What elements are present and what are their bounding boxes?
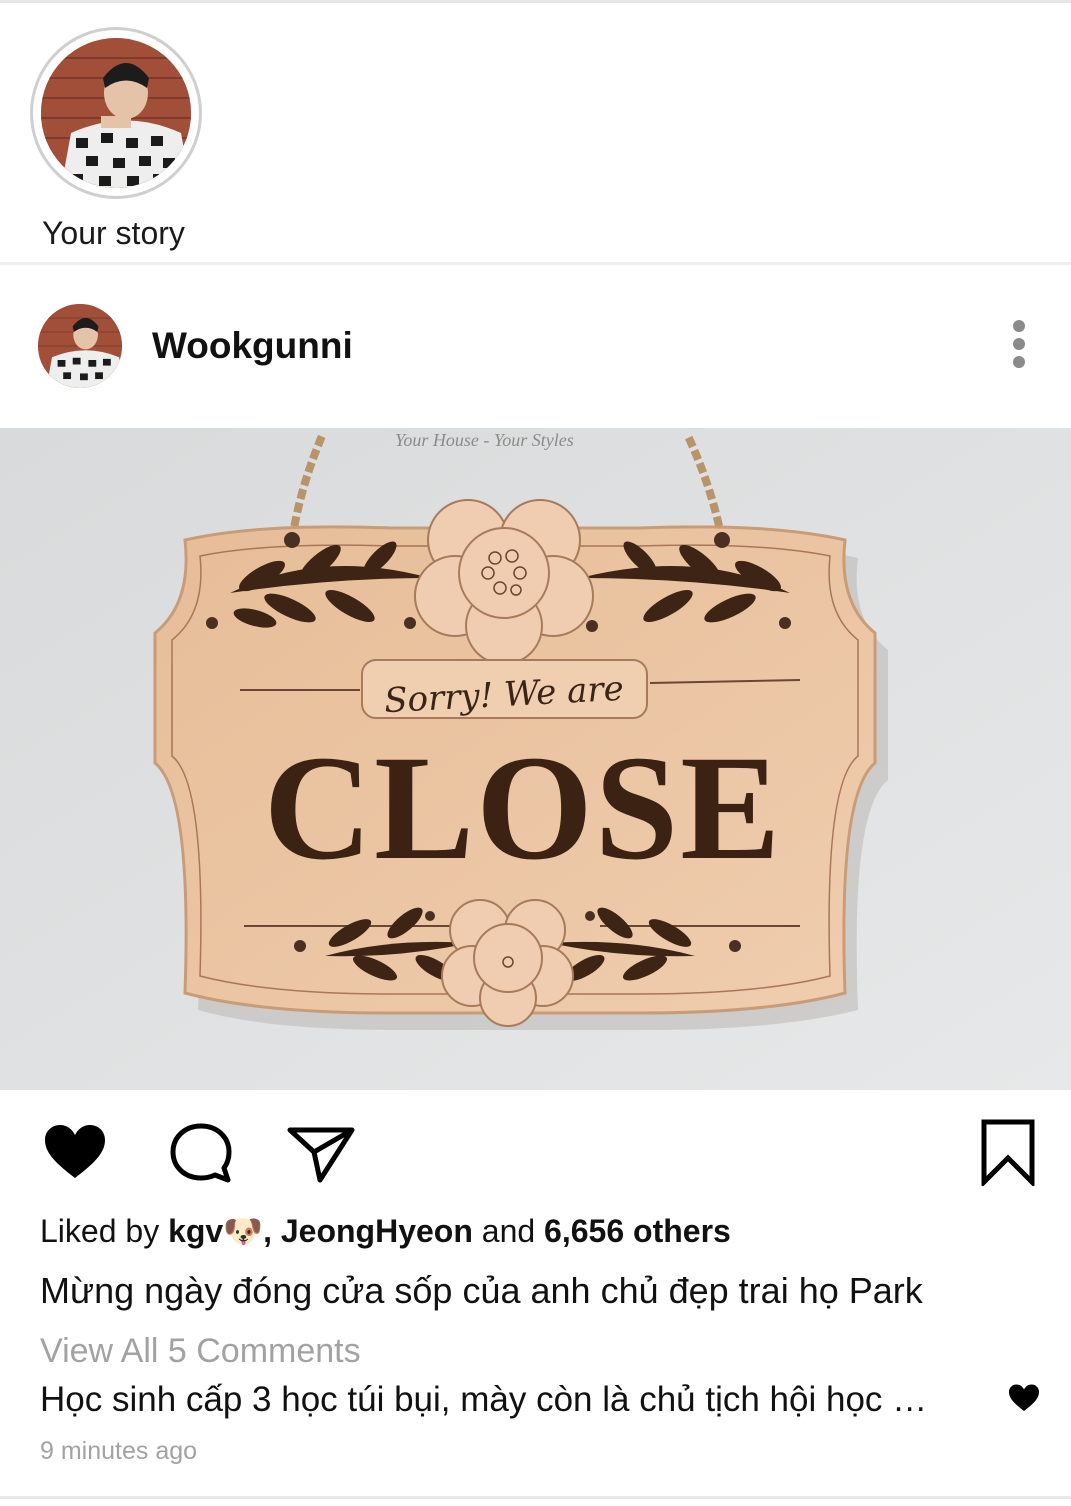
comment-button[interactable]: [168, 1122, 234, 1184]
post-image[interactable]: Your House - Your Styles Sorry! We are C…: [0, 428, 1071, 1090]
post-header: Wookgunni: [0, 282, 1071, 412]
view-all-comments-link[interactable]: View All 5 Comments: [40, 1332, 361, 1371]
more-dot: [1013, 338, 1025, 350]
story-label: Your story: [42, 215, 185, 251]
share-button[interactable]: [286, 1124, 356, 1184]
post-avatar[interactable]: [38, 304, 122, 388]
top-comment: Học sinh cấp 3 học túi bụi, mày còn là c…: [40, 1380, 928, 1419]
post-actions: [0, 1112, 1071, 1192]
top-border: [0, 0, 1071, 3]
like-button[interactable]: [44, 1124, 106, 1180]
story-item[interactable]: Your story: [30, 27, 205, 251]
more-dot: [1013, 356, 1025, 368]
save-button[interactable]: [980, 1118, 1036, 1186]
more-options-button[interactable]: [1000, 320, 1038, 372]
likes-summary[interactable]: Liked by kgv🐶, JeongHyeon and 6,656 othe…: [40, 1212, 731, 1250]
story-ring[interactable]: [30, 27, 202, 199]
story-avatar[interactable]: [41, 38, 191, 188]
bottom-border: [0, 1496, 1071, 1499]
heart-filled-icon: [45, 1125, 105, 1178]
comment-like-button[interactable]: [1008, 1384, 1040, 1412]
bookmark-icon: [981, 1119, 1035, 1186]
sign-title: CLOSE: [263, 725, 783, 891]
post-username[interactable]: Wookgunni: [152, 325, 353, 367]
likes-prefix: Liked by: [40, 1213, 169, 1249]
liked-by-user-2[interactable]: JeongHyeon: [281, 1213, 473, 1249]
more-vertical-icon: [1013, 320, 1025, 332]
likes-others[interactable]: 6,656 others: [544, 1213, 731, 1249]
liked-by-user-1[interactable]: kgv🐶: [168, 1213, 263, 1249]
post-caption: Mừng ngày đóng cửa sốp của anh chủ đẹp t…: [40, 1270, 923, 1311]
likes-and: and: [472, 1213, 545, 1249]
image-watermark: Your House - Your Styles: [395, 430, 574, 450]
comment-bubble-icon: [170, 1123, 232, 1183]
heart-small-icon: [1009, 1384, 1039, 1411]
post-timestamp: 9 minutes ago: [40, 1437, 198, 1465]
section-divider: [0, 262, 1071, 265]
send-paper-plane-icon: [287, 1127, 355, 1183]
likes-separator: ,: [263, 1213, 281, 1249]
